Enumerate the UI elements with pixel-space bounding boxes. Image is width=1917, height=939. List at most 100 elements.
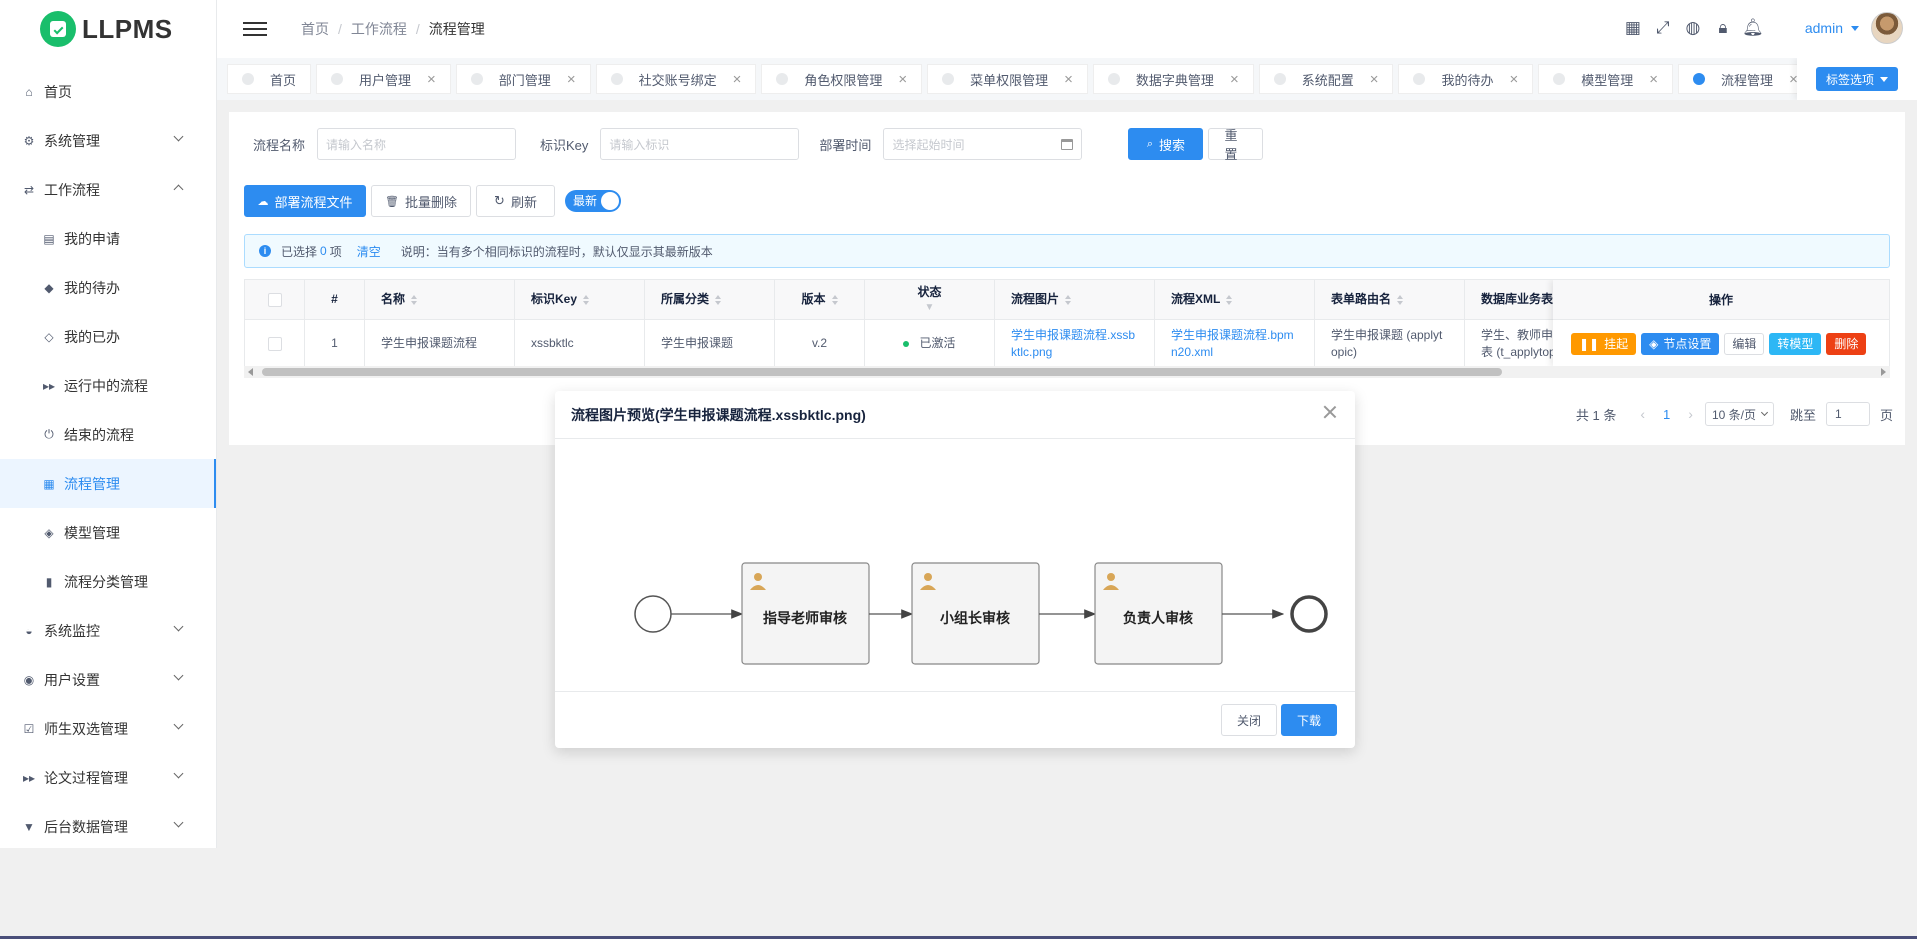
sidebar-item-home[interactable]: ⌂ 首页 (0, 67, 216, 116)
user-menu[interactable]: admin (1805, 20, 1859, 36)
close-icon[interactable]: × (1649, 71, 1658, 88)
close-icon[interactable] (1321, 403, 1339, 421)
suspend-button[interactable]: ❚❚ 挂起 (1571, 332, 1637, 355)
close-icon[interactable]: × (567, 71, 576, 88)
menu-toggle-icon[interactable] (243, 18, 267, 40)
page-size-select[interactable]: 10 条/页 (1704, 402, 1774, 426)
tab-6[interactable]: 数据字典管理 × (1092, 64, 1254, 94)
close-icon[interactable]: × (733, 71, 742, 88)
breadcrumb-item[interactable]: 工作流程 (351, 19, 407, 39)
user-circle-icon: ◉ (23, 672, 35, 687)
convert-model-button[interactable]: 转模型 (1769, 332, 1822, 355)
sidebar-item-workflow[interactable]: ⇄ 工作流程 (0, 165, 216, 214)
horizontal-scrollbar[interactable] (244, 366, 1890, 378)
breadcrumb-item[interactable]: 首页 (301, 19, 329, 39)
next-page-icon[interactable]: › (1688, 406, 1693, 422)
sidebar-item-user-settings[interactable]: ◉ 用户设置 (0, 655, 216, 704)
gear-icon: ⚙ (23, 133, 35, 148)
sidebar-item-label: 师生双选管理 (44, 720, 128, 737)
task-node-2[interactable]: 小组长审核 (911, 562, 1040, 665)
column-header-name[interactable]: 名称 (365, 280, 515, 319)
latest-version-toggle[interactable]: 最新 (565, 190, 621, 212)
deploy-process-button[interactable]: ☁ 部署流程文件 (244, 185, 366, 217)
edit-button[interactable]: 编辑 (1724, 332, 1765, 355)
close-icon[interactable]: × (427, 71, 436, 88)
caret-down-icon (1880, 76, 1888, 82)
sidebar-item-monitoring[interactable]: ◒ 系统监控 (0, 606, 216, 655)
column-header-xml[interactable]: 流程XML (1155, 280, 1315, 319)
page-number[interactable]: 1 (1663, 407, 1670, 422)
tab-options-button[interactable]: 标签选项 (1815, 67, 1898, 91)
select-all-checkbox[interactable] (267, 292, 282, 307)
tab-3[interactable]: 社交账号绑定 × (595, 64, 757, 94)
tab-10[interactable]: 流程管理 × (1678, 64, 1813, 94)
prev-page-icon[interactable]: ‹ (1640, 406, 1645, 422)
tab-0[interactable]: 首页 (227, 64, 312, 94)
filter-icon[interactable]: ▼ (925, 300, 935, 316)
process-name-input[interactable]: 请输入名称 (317, 128, 517, 160)
scroll-right-icon[interactable] (1881, 368, 1886, 376)
node-settings-button[interactable]: ◈ 节点设置 (1641, 332, 1720, 355)
column-header-image[interactable]: 流程图片 (995, 280, 1155, 319)
close-icon[interactable]: × (1230, 71, 1239, 88)
search-button[interactable]: ⌕ 搜索 (1128, 128, 1204, 160)
task-node-3[interactable]: 负责人审核 (1094, 562, 1223, 665)
sidebar-item-my-done[interactable]: ◇ 我的已办 (0, 312, 216, 361)
key-input[interactable]: 请输入标识 (600, 128, 800, 160)
column-header-form-route[interactable]: 表单路由名 (1315, 280, 1465, 319)
row-key: xssbktlc (515, 320, 645, 367)
select-all-cell (245, 280, 305, 319)
scroll-left-icon[interactable] (248, 368, 253, 376)
tab-2[interactable]: 部门管理 × (455, 64, 591, 94)
batch-delete-button[interactable]: 🗑︎ 批量删除 (371, 185, 471, 217)
clear-selection-link[interactable]: 清空 (357, 243, 381, 260)
sidebar-item-system[interactable]: ⚙ 系统管理 (0, 116, 216, 165)
fullscreen-icon[interactable]: ⤢ (1651, 16, 1675, 40)
sidebar-item-finished-process[interactable]: ⏻ 结束的流程 (0, 410, 216, 459)
sidebar-item-my-applications[interactable]: ▤ 我的申请 (0, 214, 216, 263)
sidebar-item-my-todo[interactable]: ◆ 我的待办 (0, 263, 216, 312)
goto-page-input[interactable]: 1 (1825, 402, 1870, 426)
refresh-button[interactable]: ↻ 刷新 (476, 185, 555, 217)
row-checkbox[interactable] (267, 336, 282, 351)
column-header-key[interactable]: 标识Key (515, 280, 645, 319)
close-icon[interactable]: × (1064, 71, 1073, 88)
sidebar-item-teacher-student[interactable]: ☑ 师生双选管理 (0, 704, 216, 753)
sidebar-item-thesis-process[interactable]: ▸▸ 论文过程管理 (0, 753, 216, 802)
sidebar-item-model-management[interactable]: ◈ 模型管理 (0, 508, 216, 557)
tab-4[interactable]: 角色权限管理 × (761, 64, 923, 94)
close-button[interactable]: 关闭 (1221, 704, 1277, 736)
tab-label: 菜单权限管理 (970, 72, 1049, 88)
sidebar-item-process-category[interactable]: ▮ 流程分类管理 (0, 557, 216, 606)
tab-8[interactable]: 我的待办 × (1398, 64, 1534, 94)
lock-icon[interactable]: 🔒︎ (1711, 16, 1735, 40)
apps-grid-icon[interactable]: ▦ (1621, 16, 1645, 40)
deploy-time-picker[interactable]: 选择起始时间 (883, 128, 1083, 160)
globe-icon[interactable]: ◍ (1681, 16, 1705, 40)
tab-5[interactable]: 菜单权限管理 × (927, 64, 1088, 94)
close-icon[interactable]: × (1370, 71, 1379, 88)
sidebar-item-backend-data[interactable]: ▼ 后台数据管理 (0, 802, 216, 851)
task-node-1[interactable]: 指导老师审核 (741, 562, 870, 665)
download-button[interactable]: 下载 (1281, 704, 1337, 736)
column-header-status[interactable]: 状态 ▼ (865, 280, 995, 319)
column-header-category[interactable]: 所属分类 (645, 280, 775, 319)
tab-7[interactable]: 系统配置 × (1258, 64, 1394, 94)
row-xml-link[interactable]: 学生申报课题流程.bpmn20.xml (1155, 320, 1315, 367)
avatar[interactable] (1871, 12, 1903, 44)
reset-button[interactable]: 重置 (1208, 128, 1264, 162)
tab-9[interactable]: 模型管理 × (1538, 64, 1674, 94)
column-header-version[interactable]: 版本 (775, 280, 865, 319)
delete-button[interactable]: 删除 (1826, 332, 1867, 355)
row-image-link[interactable]: 学生申报课题流程.xssbktlc.png (995, 320, 1155, 367)
close-icon[interactable]: × (898, 71, 907, 88)
logo[interactable]: LLPMS (0, 0, 216, 58)
scrollbar-thumb[interactable] (262, 368, 1502, 376)
sidebar-item-process-management[interactable]: ▦ 流程管理 (0, 459, 216, 508)
bell-icon[interactable]: 🔔︎ (1741, 16, 1765, 40)
sidebar-item-running-process[interactable]: ▸▸ 运行中的流程 (0, 361, 216, 410)
close-icon[interactable]: × (1510, 71, 1519, 88)
start-event (634, 595, 672, 633)
tab-label: 我的待办 (1441, 72, 1494, 88)
tab-1[interactable]: 用户管理 × (316, 64, 451, 94)
